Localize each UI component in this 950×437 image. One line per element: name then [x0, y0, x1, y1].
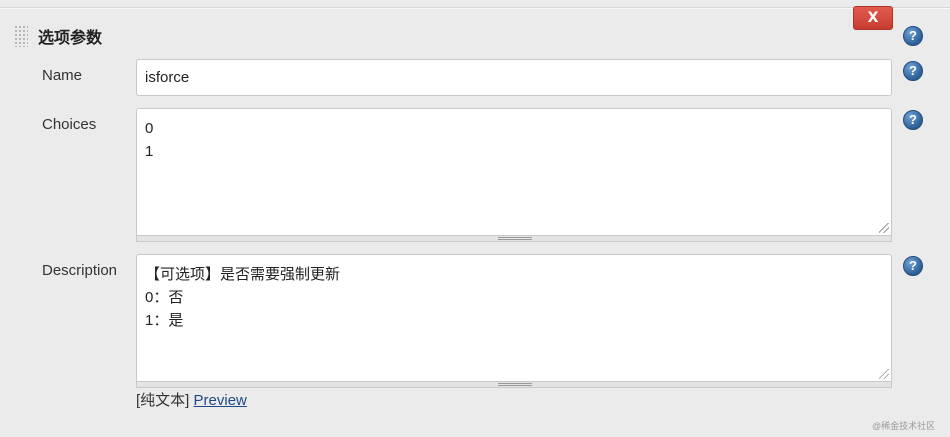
choices-resize-handle[interactable]	[136, 236, 892, 242]
description-textarea[interactable]: 【可选项】是否需要强制更新 0：否 1：是	[136, 254, 892, 382]
choices-label: Choices	[42, 116, 97, 133]
drag-handle-icon[interactable]	[14, 25, 28, 47]
description-resize-handle[interactable]	[136, 382, 892, 388]
choices-textarea[interactable]: 0 1	[136, 108, 892, 236]
resize-corner-icon[interactable]	[879, 223, 889, 233]
delete-parameter-button[interactable]: X	[853, 6, 893, 30]
description-label: Description	[42, 262, 118, 279]
name-label: Name	[42, 67, 83, 84]
name-input[interactable]: isforce	[136, 59, 892, 96]
question-circle-icon[interactable]: ?	[903, 256, 923, 276]
choices-line: 1	[145, 143, 154, 160]
question-circle-icon[interactable]: ?	[903, 26, 923, 46]
watermark: @稀金技术社区	[872, 421, 936, 431]
choices-line: 0	[145, 120, 154, 137]
description-line: 【可选项】是否需要强制更新	[145, 266, 341, 283]
section-title: 选项参数	[38, 28, 103, 47]
parameter-config-panel: 选项参数 X ? Name isforce ? Choices 0 1 ? De…	[0, 0, 950, 437]
grip-icon	[498, 383, 532, 386]
format-label: [纯文本]	[136, 392, 190, 409]
question-circle-icon[interactable]: ?	[903, 110, 923, 130]
description-format-bar: [纯文本] Preview	[136, 389, 247, 410]
section-divider	[0, 7, 950, 9]
resize-corner-icon[interactable]	[879, 369, 889, 379]
description-line: 1：是	[145, 312, 184, 329]
description-line: 0：否	[145, 289, 184, 306]
grip-icon	[498, 237, 532, 240]
question-circle-icon[interactable]: ?	[903, 61, 923, 81]
preview-link[interactable]: Preview	[194, 392, 247, 409]
